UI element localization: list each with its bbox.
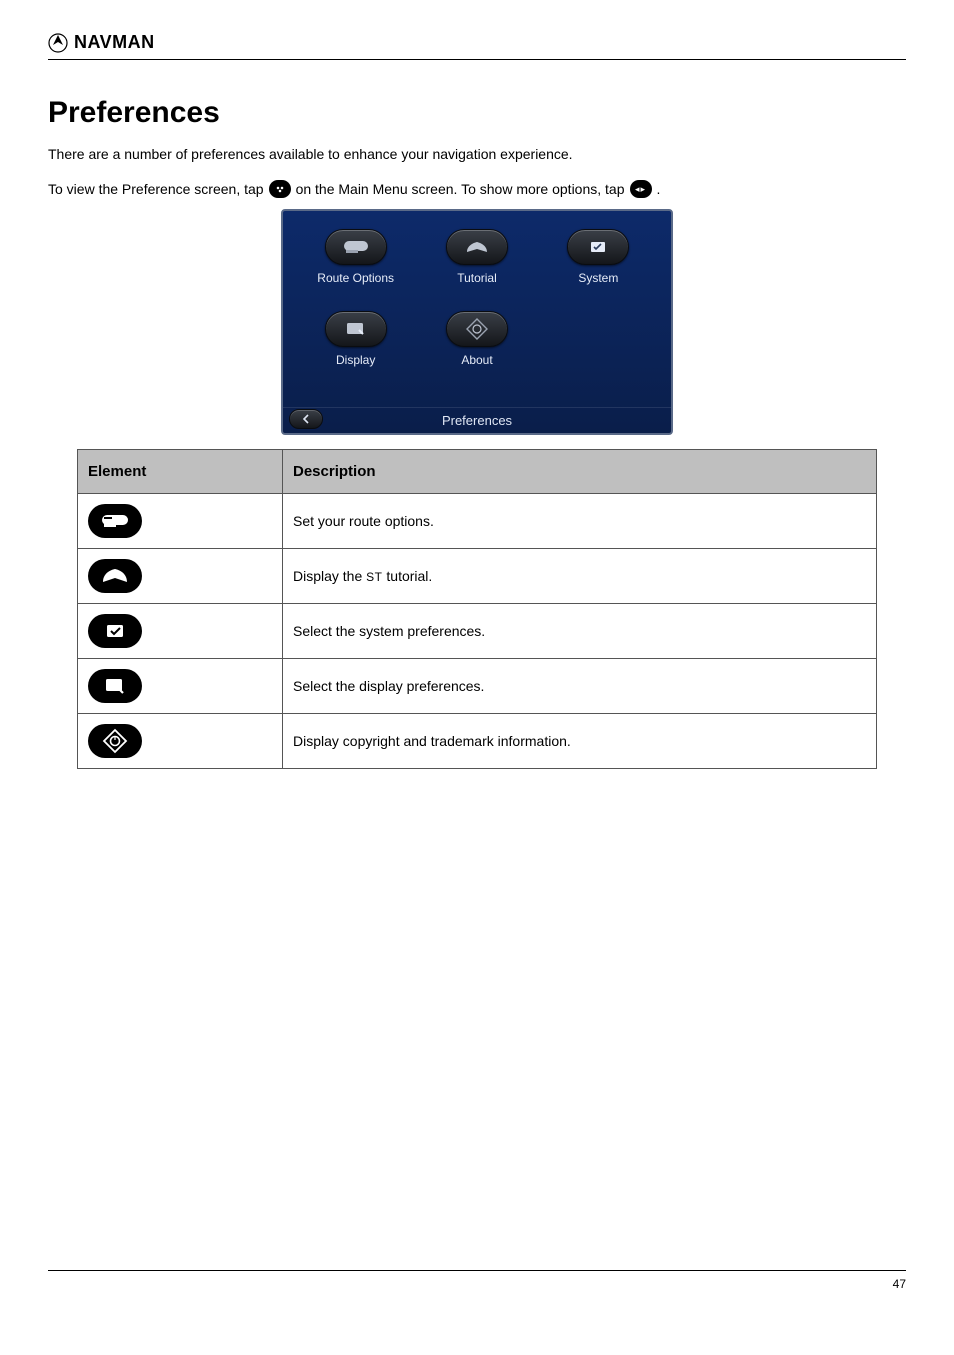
- route-options-icon: [88, 504, 142, 538]
- about-icon: [466, 318, 488, 340]
- preferences-icon: [269, 180, 291, 198]
- intro-instruction: To view the Preference screen, tap on th…: [48, 175, 906, 203]
- menu-system[interactable]: System: [540, 229, 657, 307]
- table-row: Set your route options.: [78, 494, 877, 549]
- row-desc: Set your route options.: [283, 494, 877, 549]
- table-row: Display copyright and trademark informat…: [78, 714, 877, 769]
- more-options-icon: [630, 180, 652, 198]
- page-footer: 47: [48, 1270, 906, 1291]
- menu-about[interactable]: About: [418, 311, 535, 389]
- row-desc-prefix: Display the: [293, 568, 366, 584]
- row-desc-suffix: tutorial.: [383, 568, 433, 584]
- page-header: NAVMAN: [48, 32, 906, 60]
- about-icon: [88, 724, 142, 758]
- row-desc: Display the ST tutorial.: [283, 549, 877, 604]
- table-row: Display the ST tutorial.: [78, 549, 877, 604]
- intro-part-3: .: [657, 175, 661, 203]
- route-options-icon: [342, 238, 370, 256]
- page-number: 47: [893, 1277, 906, 1291]
- tutorial-icon: [463, 238, 491, 256]
- col-description: Description: [283, 450, 877, 494]
- tutorial-icon: [88, 559, 142, 593]
- system-icon: [584, 238, 612, 256]
- navman-logo-icon: [48, 33, 68, 53]
- row-desc-abbr: ST: [366, 570, 382, 584]
- menu-label: Tutorial: [457, 271, 497, 285]
- brand-logo: NAVMAN: [48, 32, 906, 53]
- row-desc: Select the system preferences.: [283, 604, 877, 659]
- intro-part-1: To view the Preference screen, tap: [48, 175, 264, 203]
- table-row: Select the system preferences.: [78, 604, 877, 659]
- brand-text: NAVMAN: [74, 32, 155, 53]
- menu-label: About: [461, 353, 492, 367]
- row-desc: Display copyright and trademark informat…: [283, 714, 877, 769]
- menu-label: System: [578, 271, 618, 285]
- preferences-table: Element Description Set your route optio…: [77, 449, 877, 769]
- menu-display[interactable]: Display: [297, 311, 414, 389]
- device-footer-title: Preferences: [283, 407, 671, 433]
- table-row: Select the display preferences.: [78, 659, 877, 714]
- col-element: Element: [78, 450, 283, 494]
- display-icon: [88, 669, 142, 703]
- intro-text: There are a number of preferences availa…: [48, 144, 906, 165]
- display-icon: [342, 320, 370, 338]
- menu-route-options[interactable]: Route Options: [297, 229, 414, 307]
- page-title: Preferences: [48, 96, 906, 130]
- menu-label: Display: [336, 353, 375, 367]
- menu-tutorial[interactable]: Tutorial: [418, 229, 535, 307]
- device-screenshot: Route Options Tutorial System: [281, 209, 673, 435]
- system-icon: [88, 614, 142, 648]
- row-desc: Select the display preferences.: [283, 659, 877, 714]
- menu-label: Route Options: [317, 271, 394, 285]
- intro-part-2: on the Main Menu screen. To show more op…: [296, 175, 625, 203]
